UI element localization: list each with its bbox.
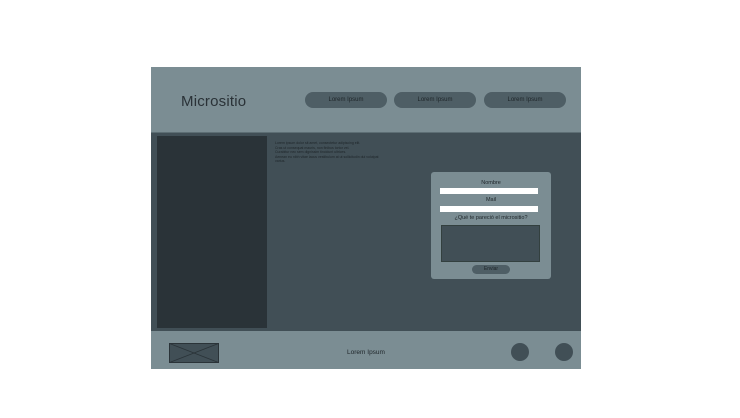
- contact-form: Nombre Mail ¿Qué te pareció el micrositi…: [431, 172, 551, 279]
- social-circle-icon[interactable]: [511, 343, 529, 361]
- site-header: Micrositio Lorem Ipsum Lorem Ipsum Lorem…: [151, 67, 581, 133]
- social-circle-icon[interactable]: [555, 343, 573, 361]
- name-label: Nombre: [481, 180, 501, 186]
- microsite-frame: Micrositio Lorem Ipsum Lorem Ipsum Lorem…: [151, 67, 581, 369]
- image-placeholder: [157, 136, 267, 328]
- nav-button-3[interactable]: Lorem Ipsum: [484, 92, 566, 108]
- body-paragraph: varius.: [275, 159, 286, 164]
- submit-button[interactable]: Enviar: [472, 265, 510, 274]
- nav-button-2[interactable]: Lorem Ipsum: [394, 92, 476, 108]
- site-footer: Lorem Ipsum: [151, 331, 581, 369]
- body-text: Lorem ipsum dolor sit amet, consectetur …: [275, 141, 425, 164]
- comment-textarea[interactable]: [441, 225, 540, 262]
- mail-field[interactable]: [440, 206, 538, 212]
- question-label: ¿Qué te pareció el micrositio?: [454, 215, 528, 221]
- site-title: Micrositio: [181, 93, 247, 110]
- nav-button-1[interactable]: Lorem Ipsum: [305, 92, 387, 108]
- mail-label: Mail: [485, 197, 497, 203]
- name-field[interactable]: [440, 188, 538, 194]
